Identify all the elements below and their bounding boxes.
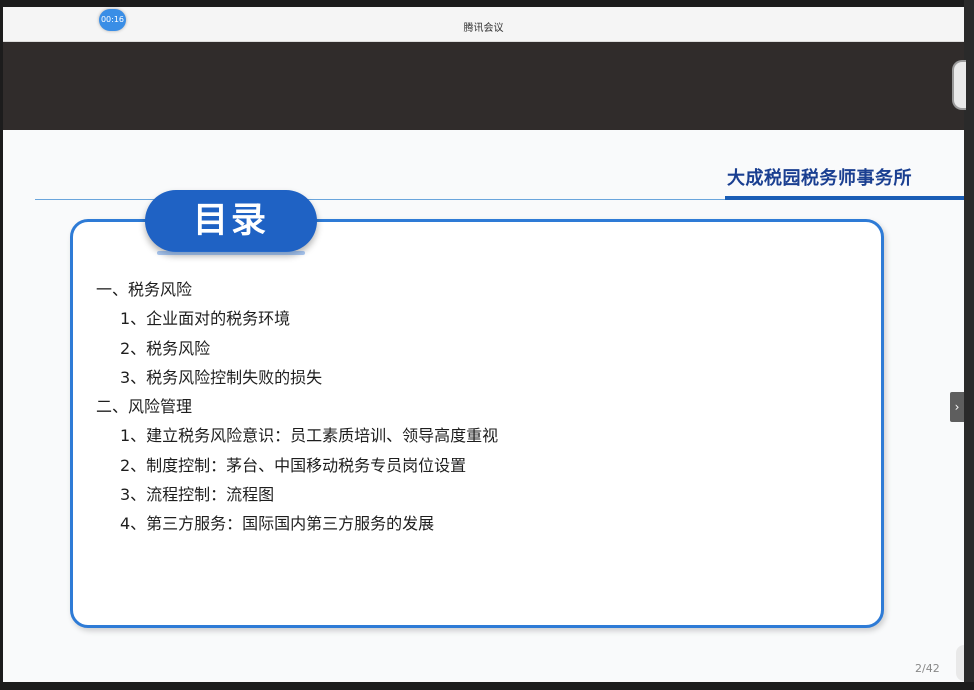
next-page-button[interactable]: › xyxy=(950,392,964,422)
window-frame-bottom xyxy=(0,682,974,690)
presentation-slide: 大成税园税务师事务所 目录 一、税务风险 1、企业面对的税务环境 2、税务风险 … xyxy=(3,130,964,682)
page-number: 2/42 xyxy=(915,662,940,675)
chevron-right-icon: › xyxy=(954,400,960,414)
shared-screen-header xyxy=(3,42,964,130)
toc-item: 3、税务风险控制失败的损失 xyxy=(120,367,323,387)
floating-toolbar-handle[interactable] xyxy=(952,60,966,110)
toc-item: 1、建立税务风险意识：员工素质培训、领导高度重视 xyxy=(120,426,499,446)
app-title: 腾讯会议 xyxy=(463,23,504,34)
divider-accent xyxy=(725,196,964,200)
divider-line xyxy=(35,199,725,200)
title-bar: 00:16 腾讯会议 xyxy=(3,7,964,42)
toc-item: 4、第三方服务：国际国内第三方服务的发展 xyxy=(120,514,435,534)
toc-item: 1、企业面对的税务环境 xyxy=(120,309,291,329)
toc-item: 2、税务风险 xyxy=(120,338,211,358)
toc-section: 一、税务风险 xyxy=(96,280,193,299)
toc-title: 目录 xyxy=(145,190,317,255)
window-frame-top xyxy=(0,0,974,7)
toc-list: 一、税务风险 1、企业面对的税务环境 2、税务风险 3、税务风险控制失败的损失 … xyxy=(96,275,498,539)
toc-section: 二、风险管理 xyxy=(96,397,193,417)
toc-item: 2、制度控制：茅台、中国移动税务专员岗位设置 xyxy=(120,455,467,475)
firm-name: 大成税园税务师事务所 xyxy=(727,168,912,189)
toc-item: 3、流程控制：流程图 xyxy=(120,485,275,505)
side-panel-handle[interactable] xyxy=(956,645,964,681)
